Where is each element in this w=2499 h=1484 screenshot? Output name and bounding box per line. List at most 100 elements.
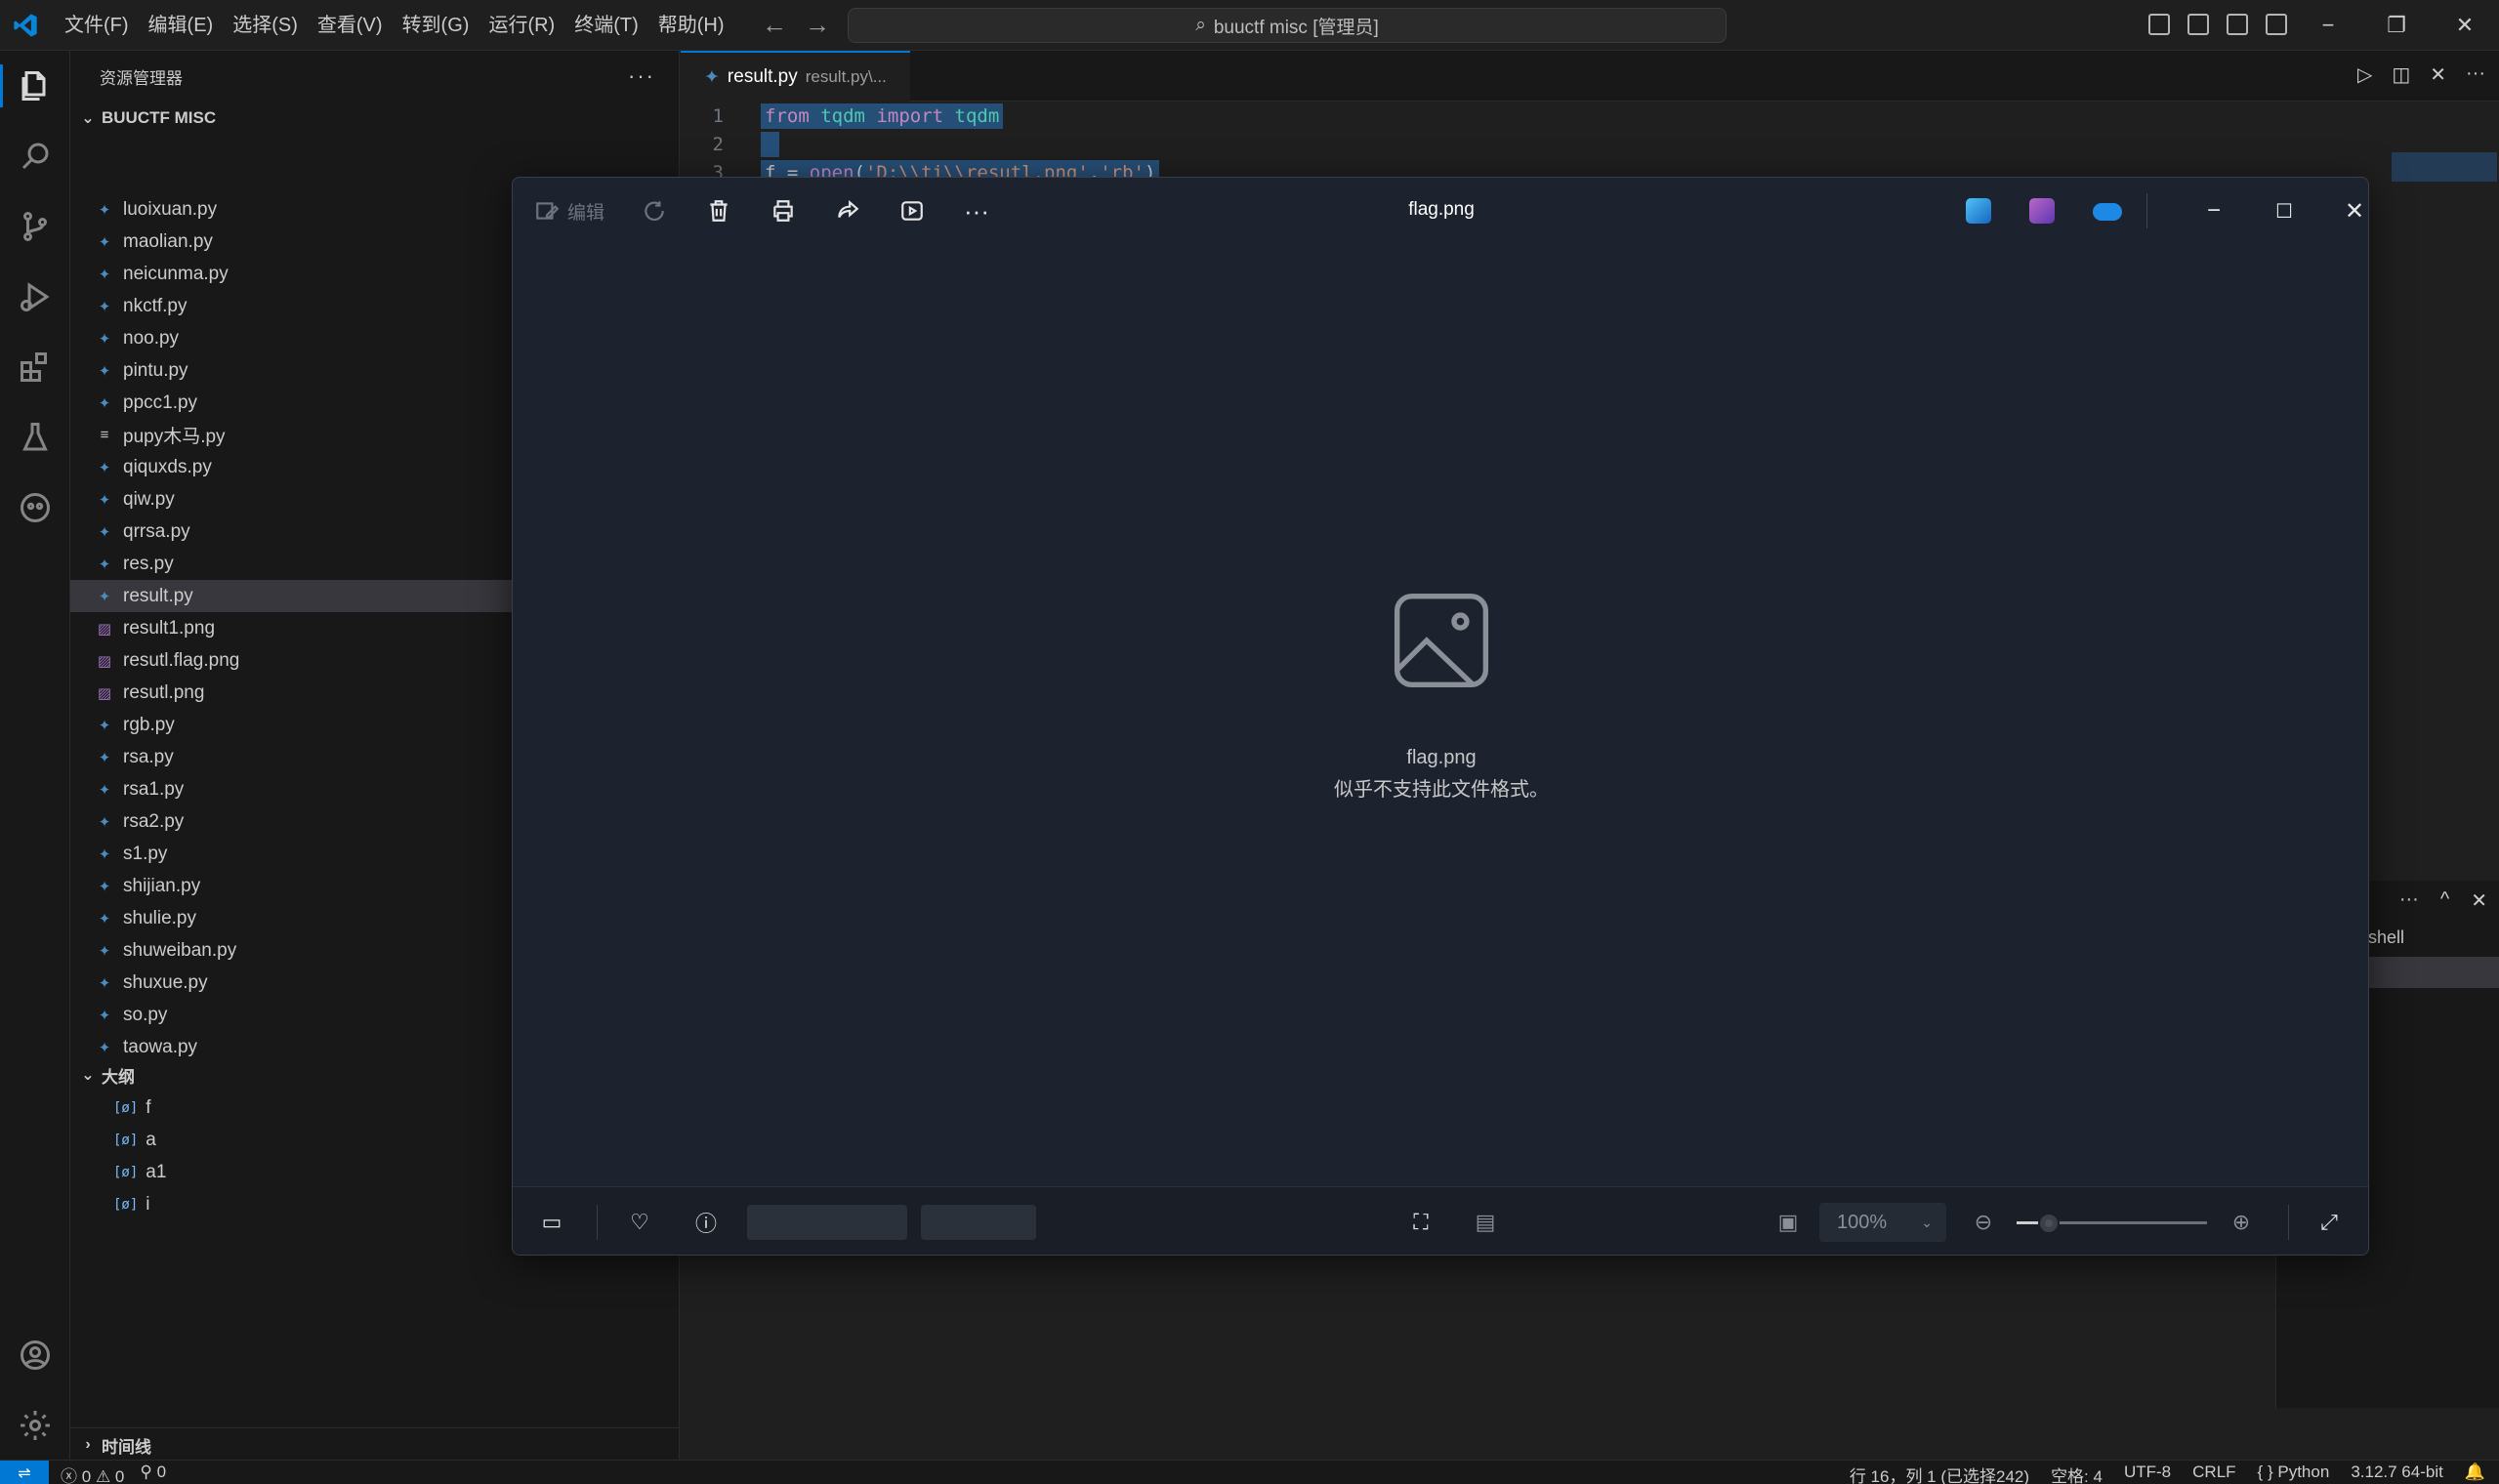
language-label: Python <box>2277 1463 2330 1481</box>
zoom-level-dropdown[interactable]: 100% ⌄ <box>1819 1203 1946 1242</box>
menu-help[interactable]: 帮助(H) <box>648 8 734 43</box>
file-name: result1.png <box>123 617 216 639</box>
cursor-position[interactable]: 行 16，列 1 (已选择242) <box>1850 1463 2029 1484</box>
python-file-icon: ✦ <box>98 910 111 928</box>
menu-view[interactable]: 查看(V) <box>308 8 393 43</box>
close-editor-icon[interactable]: ✕ <box>2430 62 2446 87</box>
actual-size-icon[interactable]: ▣ <box>1770 1207 1806 1238</box>
python-file-icon: ✦ <box>98 781 111 799</box>
line-ending[interactable]: CRLF <box>2192 1463 2235 1484</box>
menu-edit[interactable]: 编辑(E) <box>139 8 224 43</box>
timeline-title: 时间线 <box>102 1437 151 1457</box>
source-control-icon[interactable] <box>0 195 70 258</box>
more-actions-icon[interactable]: ··· <box>628 63 655 89</box>
command-center[interactable]: ⌕ buuctf misc [管理员] <box>848 8 1727 43</box>
status-right: 行 16，列 1 (已选择242) 空格: 4 UTF-8 CRLF { } P… <box>1850 1463 2485 1484</box>
file-name: resutl.flag.png <box>123 649 240 671</box>
python-file-icon: ✦ <box>98 201 111 219</box>
designer-app-icon[interactable] <box>1966 198 1991 224</box>
menu-file[interactable]: 文件(F) <box>55 8 139 43</box>
remote-indicator-icon[interactable]: ⇌ <box>0 1461 49 1484</box>
file-name: rgb.py <box>123 714 175 735</box>
python-file-icon: ✦ <box>704 66 720 88</box>
settings-gear-icon[interactable] <box>0 1394 70 1457</box>
chevron-right-icon: › <box>85 1436 91 1453</box>
menu-go[interactable]: 转到(G) <box>393 8 479 43</box>
status-left: ⓧ 0 ⚠ 0 ⚲ 0 <box>61 1463 166 1484</box>
tab-result-py[interactable]: ✦ result.py result.py\... <box>681 51 910 102</box>
more-actions-icon[interactable]: ··· <box>2466 62 2485 87</box>
testing-icon[interactable] <box>0 406 70 469</box>
text-scan-icon[interactable]: ▤ <box>1468 1207 1503 1238</box>
extensions-icon[interactable] <box>0 336 70 398</box>
toggle-primary-sidebar-icon[interactable] <box>2148 14 2170 35</box>
close-button[interactable]: ✕ <box>2431 0 2499 51</box>
file-name: rsa1.py <box>123 778 185 800</box>
notification-bell-icon[interactable]: 🔔 <box>2465 1463 2485 1484</box>
image-file-icon: ▨ <box>97 684 112 702</box>
bottom-divider <box>2288 1205 2289 1240</box>
menu-run[interactable]: 运行(R) <box>479 8 564 43</box>
python-file-icon: ✦ <box>98 394 111 412</box>
file-name: pintu.py <box>123 359 188 381</box>
run-debug-icon[interactable] <box>0 266 70 328</box>
filmstrip-toggle-icon[interactable]: ▭ <box>534 1207 569 1238</box>
language-mode[interactable]: { } Python <box>2258 1463 2330 1484</box>
encoding[interactable]: UTF-8 <box>2124 1463 2171 1484</box>
panel-close-icon[interactable]: ✕ <box>2471 888 2487 913</box>
ports-icon: ⚲ <box>140 1463 152 1481</box>
forward-arrow-icon[interactable]: → <box>805 10 830 40</box>
search-icon[interactable] <box>0 125 70 187</box>
viewer-maximize-button[interactable]: ☐ <box>2265 191 2304 230</box>
outline-item-label: f <box>146 1096 151 1118</box>
onedrive-cloud-icon[interactable] <box>2093 203 2122 221</box>
account-icon[interactable] <box>0 1324 70 1386</box>
panel-more-icon[interactable]: ··· <box>2399 888 2419 913</box>
folder-section-header[interactable]: ⌄ BUUCTF MISC <box>70 102 679 135</box>
terminal-selected-row[interactable] <box>2368 957 2499 988</box>
python-file-icon: ✦ <box>98 717 111 734</box>
tab-label: result.py <box>727 66 798 87</box>
file-name: luoixuan.py <box>123 198 218 220</box>
visual-search-icon[interactable]: ⛶ <box>1403 1207 1438 1238</box>
remote-explorer-icon[interactable] <box>0 476 70 539</box>
restore-button[interactable]: ❐ <box>2362 0 2431 51</box>
bottom-divider <box>597 1205 598 1240</box>
timeline-section-header[interactable]: › 时间线 <box>70 1428 680 1462</box>
toggle-panel-icon[interactable] <box>2187 14 2209 35</box>
fullscreen-icon[interactable]: ⤢ <box>2312 1207 2347 1238</box>
favorite-heart-icon[interactable]: ♡ <box>622 1207 657 1238</box>
file-name: rsa2.py <box>123 810 185 832</box>
minimize-button[interactable]: − <box>2294 0 2362 51</box>
python-file-icon: ✦ <box>98 523 111 541</box>
python-interpreter[interactable]: 3.12.7 64-bit <box>2351 1463 2443 1484</box>
code-view[interactable]: 1 from tqdm import tqdm 2 3 f = open('D:… <box>681 102 2499 186</box>
run-file-icon[interactable]: ▷ <box>2357 62 2372 87</box>
file-name: nkctf.py <box>123 295 187 316</box>
back-arrow-icon[interactable]: ← <box>762 10 787 40</box>
indentation[interactable]: 空格: 4 <box>2051 1463 2103 1484</box>
line-number: 2 <box>712 133 724 155</box>
explorer-icon[interactable] <box>0 55 70 117</box>
file-info-icon[interactable]: ⓘ <box>688 1207 724 1238</box>
python-file-icon: ✦ <box>98 749 111 766</box>
file-name: noo.py <box>123 327 180 349</box>
zoom-slider-thumb[interactable] <box>2038 1213 2060 1234</box>
zoom-out-icon[interactable]: ⊖ <box>1966 1207 2001 1238</box>
zoom-in-icon[interactable]: ⊕ <box>2224 1207 2259 1238</box>
menu-selection[interactable]: 选择(S) <box>223 8 308 43</box>
menu-terminal[interactable]: 终端(T) <box>564 8 648 43</box>
problems-indicator[interactable]: ⓧ 0 ⚠ 0 <box>61 1463 124 1484</box>
panel-maximize-icon[interactable]: ^ <box>2440 888 2449 913</box>
customize-layout-icon[interactable] <box>2266 14 2287 35</box>
viewer-minimize-button[interactable]: − <box>2194 191 2233 230</box>
terminal-shell-label[interactable]: shell <box>2368 928 2404 948</box>
ports-indicator[interactable]: ⚲ 0 <box>140 1463 166 1484</box>
panel-actions: ··· ^ ✕ <box>2399 888 2487 913</box>
command-center-label: buuctf misc [管理员] <box>1213 17 1379 38</box>
viewer-close-button[interactable]: ✕ <box>2335 191 2368 230</box>
clipchamp-app-icon[interactable] <box>2029 198 2055 224</box>
split-editor-icon[interactable]: ◫ <box>2392 62 2410 87</box>
file-name: shuxue.py <box>123 971 208 993</box>
toggle-secondary-sidebar-icon[interactable] <box>2227 14 2248 35</box>
